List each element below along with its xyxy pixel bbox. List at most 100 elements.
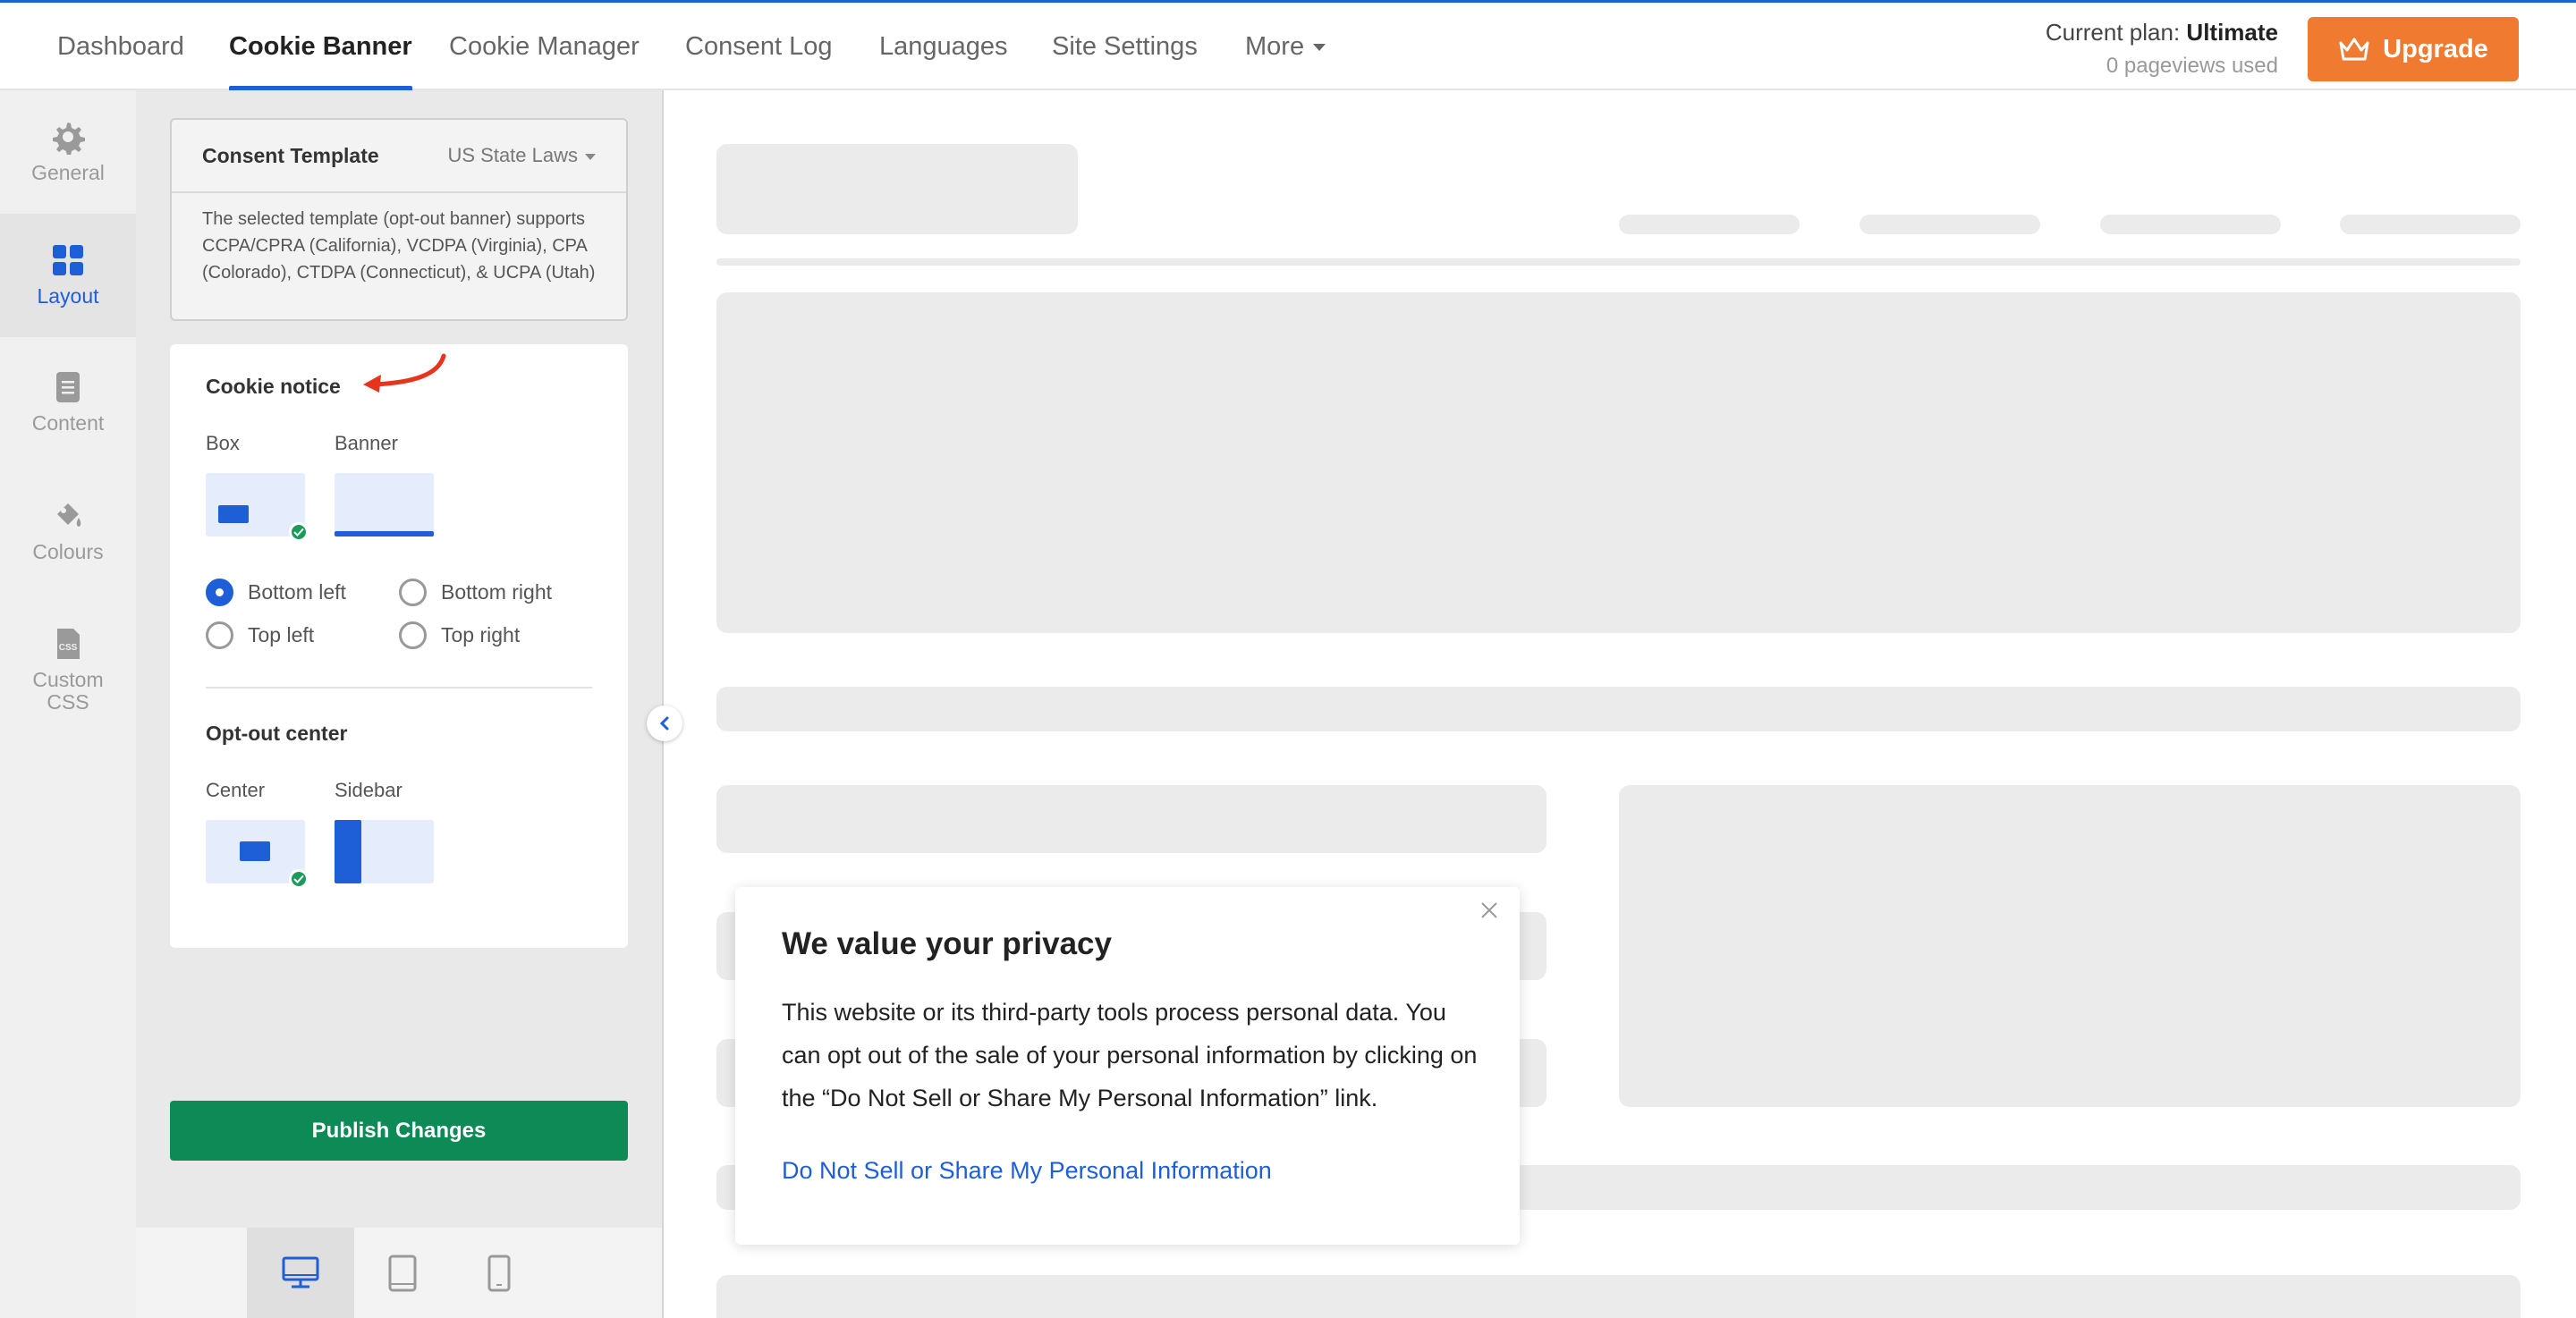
document-icon (56, 372, 80, 403)
rail-item-label: Colours (32, 540, 104, 564)
close-button[interactable] (1473, 894, 1505, 926)
chevron-down-icon (585, 153, 596, 160)
sidebar-layout-thumbnail[interactable] (335, 820, 434, 883)
tab-cookie-banner[interactable]: Cookie Banner (229, 3, 412, 92)
publish-changes-button[interactable]: Publish Changes (170, 1101, 628, 1161)
preview-divider (662, 90, 664, 1318)
grid-icon (53, 245, 83, 276)
center-layout-thumbnail[interactable] (206, 820, 309, 889)
skeleton-nav-item (2100, 215, 2281, 234)
tablet-preview-button[interactable] (349, 1228, 456, 1318)
skeleton-header-line (716, 258, 2521, 266)
upgrade-label: Upgrade (2383, 34, 2488, 63)
skeleton-nav-item (1619, 215, 1800, 234)
tab-dashboard[interactable]: Dashboard (57, 3, 184, 90)
device-toolbar (136, 1228, 663, 1318)
plan-info: Current plan: Ultimate 0 pageviews used (2046, 19, 2278, 79)
cookie-notice-title: Cookie notice (206, 375, 341, 398)
cookie-notice-preview: We value your privacy This website or it… (735, 887, 1520, 1245)
desktop-preview-button[interactable] (247, 1228, 354, 1318)
position-label: Bottom left (248, 580, 346, 604)
rail-item-colours[interactable]: Colours (0, 469, 136, 593)
position-top-left[interactable]: Top left (206, 621, 314, 649)
annotation-arrow-icon (363, 353, 446, 393)
rail-item-label: Custom CSS (32, 667, 104, 714)
cookie-notice-text: This website or its third-party tools pr… (782, 999, 1478, 1111)
plan-prefix: Current plan: (2045, 19, 2181, 46)
settings-rail: General Layout Content Colours CSS Custo… (0, 90, 136, 1318)
rail-item-label: Layout (37, 284, 99, 308)
top-navigation: Dashboard Cookie Banner Cookie Manager C… (0, 0, 2576, 92)
sidebar-option-label: Sidebar (335, 779, 402, 801)
crown-icon (2339, 38, 2369, 61)
collapse-panel-button[interactable] (647, 705, 682, 741)
rail-item-label: Content (31, 411, 105, 435)
rail-item-general[interactable]: General (0, 90, 136, 214)
rail-item-custom-css[interactable]: CSS Custom CSS (0, 598, 136, 741)
checkmark-icon (289, 522, 309, 542)
banner-preview-shape (335, 531, 434, 536)
checkmark-icon (289, 869, 309, 889)
paint-bucket-icon (57, 503, 81, 528)
box-preview-shape (218, 505, 249, 523)
section-divider (206, 687, 592, 689)
rail-item-content[interactable]: Content (0, 341, 136, 464)
mobile-icon (487, 1255, 511, 1291)
chevron-left-icon (659, 716, 669, 731)
css-file-icon: CSS (57, 628, 80, 659)
pageviews-used: 0 pageviews used (2106, 54, 2278, 78)
svg-text:CSS: CSS (59, 643, 78, 653)
banner-layout-thumbnail[interactable] (335, 473, 434, 536)
consent-template-value: US State Laws (447, 144, 578, 166)
sidebar-preview-shape (335, 820, 361, 883)
tab-more[interactable]: More (1245, 3, 1326, 90)
position-label: Top right (441, 623, 521, 646)
radio-button (399, 579, 427, 606)
opt-out-center-title: Opt-out center (206, 722, 348, 745)
rail-item-layout[interactable]: Layout (0, 214, 136, 337)
rail-item-label: General (31, 161, 105, 185)
skeleton-bar (716, 1275, 2521, 1318)
do-not-sell-link[interactable]: Do Not Sell or Share My Personal Informa… (782, 1157, 1272, 1185)
skeleton-image (1619, 785, 2521, 1107)
skeleton-block (716, 785, 1546, 853)
position-label: Top left (248, 623, 315, 646)
tab-more-label: More (1245, 32, 1305, 61)
skeleton-logo (716, 144, 1078, 234)
plan-name: Ultimate (2186, 19, 2278, 46)
skeleton-nav-item (2340, 215, 2521, 234)
consent-template-select[interactable]: US State Laws (447, 144, 596, 167)
tab-cookie-manager[interactable]: Cookie Manager (449, 3, 640, 90)
upgrade-button[interactable]: Upgrade (2308, 17, 2519, 81)
consent-template-card: Consent Template US State Laws The selec… (170, 118, 628, 321)
radio-button (206, 621, 233, 649)
box-option-label: Box (206, 432, 240, 454)
plan-line: Current plan: Ultimate (2046, 19, 2278, 46)
tab-site-settings[interactable]: Site Settings (1052, 3, 1198, 90)
gear-icon (53, 123, 85, 156)
chevron-down-icon (1313, 44, 1326, 52)
center-preview-shape (240, 841, 270, 861)
skeleton-bar (716, 687, 2521, 731)
consent-template-description: The selected template (opt-out banner) s… (202, 209, 596, 283)
mobile-preview-button[interactable] (445, 1228, 553, 1318)
skeleton-hero (716, 292, 2521, 633)
banner-option-label: Banner (335, 432, 398, 454)
center-option-label: Center (206, 779, 266, 801)
close-icon (1481, 902, 1497, 918)
tab-languages[interactable]: Languages (879, 3, 1008, 90)
position-bottom-right[interactable]: Bottom right (399, 579, 552, 606)
consent-template-header: Consent Template US State Laws (172, 120, 626, 193)
desktop-icon (282, 1256, 319, 1288)
layout-options-card: Cookie notice Box Banner Bottom left Bot… (170, 344, 628, 948)
tab-consent-log[interactable]: Consent Log (685, 3, 832, 90)
position-top-right[interactable]: Top right (399, 621, 520, 649)
tablet-icon (388, 1255, 417, 1291)
skeleton-nav-item (1860, 215, 2040, 234)
position-label: Bottom right (441, 580, 552, 604)
consent-template-title: Consent Template (202, 143, 379, 167)
box-layout-thumbnail[interactable] (206, 473, 309, 542)
cookie-notice-title: We value your privacy (782, 926, 1112, 961)
radio-button (399, 621, 427, 649)
position-bottom-left[interactable]: Bottom left (206, 579, 346, 606)
